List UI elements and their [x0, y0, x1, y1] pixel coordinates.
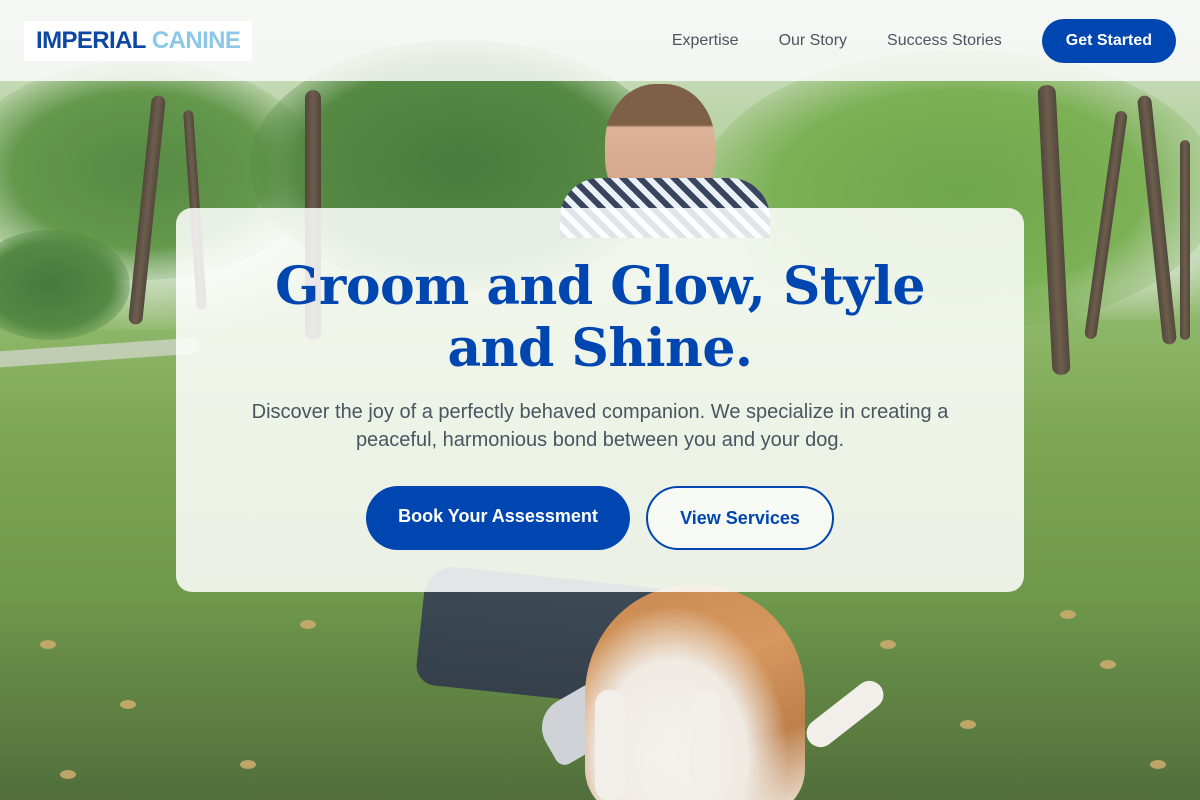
book-assessment-button[interactable]: Book Your Assessment	[366, 486, 630, 550]
hero-subtitle: Discover the joy of a perfectly behaved …	[251, 401, 949, 451]
nav-link-success-stories[interactable]: Success Stories	[887, 32, 1002, 50]
get-started-button[interactable]: Get Started	[1041, 18, 1176, 63]
nav-link-expertise[interactable]: Expertise	[672, 32, 739, 50]
brand-word-secondary: CANINE	[151, 26, 241, 54]
hero-title: Groom and Glow, Style and Shine.	[275, 256, 925, 379]
nav-links: Expertise Our Story Success Stories Get …	[672, 18, 1176, 63]
brand-logo[interactable]: IMPERIAL CANINE	[24, 20, 253, 61]
view-services-button[interactable]: View Services	[646, 486, 834, 550]
navbar: IMPERIAL CANINE Expertise Our Story Succ…	[0, 0, 1200, 81]
nav-link-our-story[interactable]: Our Story	[779, 32, 847, 50]
hero-card: Groom and Glow, Style and Shine. Discove…	[176, 208, 1024, 592]
brand-word-primary: IMPERIAL	[36, 26, 146, 54]
hero-actions: Book Your Assessment View Services	[176, 486, 1024, 550]
